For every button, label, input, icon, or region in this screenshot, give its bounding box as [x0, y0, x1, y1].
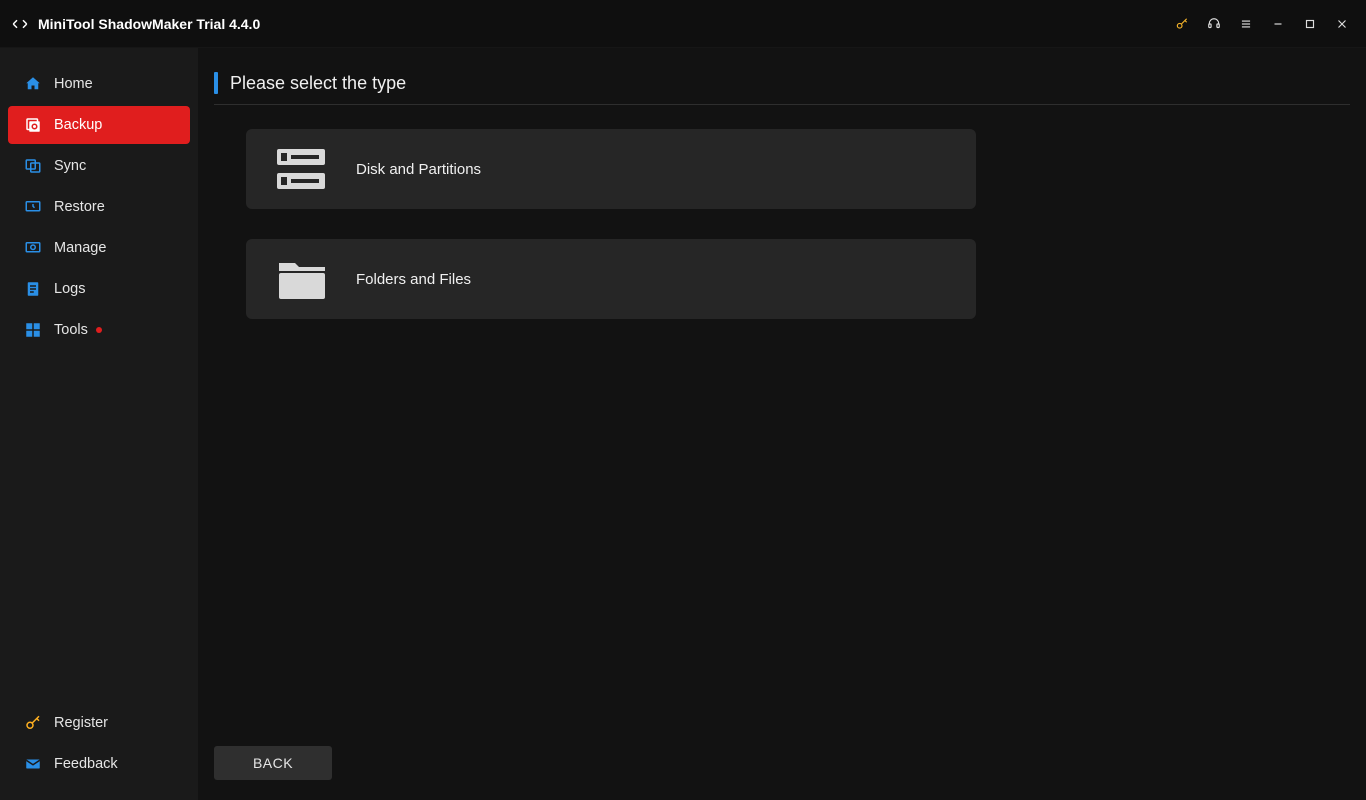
- sidebar: Home Backup Sync: [0, 48, 198, 800]
- sidebar-item-label: Restore: [54, 199, 105, 215]
- close-button[interactable]: [1326, 0, 1358, 48]
- sidebar-item-feedback[interactable]: Feedback: [8, 745, 190, 783]
- heading-divider: [214, 104, 1350, 105]
- mail-icon: [22, 753, 44, 775]
- home-icon: [22, 73, 44, 95]
- option-label: Disk and Partitions: [356, 161, 481, 178]
- sidebar-item-home[interactable]: Home: [8, 65, 190, 103]
- page-heading: Please select the type: [214, 72, 1350, 100]
- sidebar-item-label: Tools: [54, 322, 88, 338]
- page-heading-text: Please select the type: [230, 73, 406, 94]
- sidebar-item-label: Manage: [54, 240, 106, 256]
- manage-icon: [22, 237, 44, 259]
- main-panel: Please select the type Disk and Partitio…: [198, 48, 1366, 800]
- sidebar-item-backup[interactable]: Backup: [8, 106, 190, 144]
- sidebar-item-label: Home: [54, 76, 93, 92]
- backup-icon: [22, 114, 44, 136]
- sidebar-item-tools[interactable]: Tools: [8, 311, 190, 349]
- back-button[interactable]: BACK: [214, 746, 332, 780]
- sidebar-item-label: Register: [54, 715, 108, 731]
- tools-icon: [22, 319, 44, 341]
- register-key-button[interactable]: [1166, 0, 1198, 48]
- app-title: MiniTool ShadowMaker Trial 4.4.0: [38, 16, 260, 32]
- menu-button[interactable]: [1230, 0, 1262, 48]
- sidebar-item-label: Sync: [54, 158, 86, 174]
- heading-accent-bar: [214, 72, 218, 94]
- sidebar-item-label: Feedback: [54, 756, 118, 772]
- sidebar-item-manage[interactable]: Manage: [8, 229, 190, 267]
- sidebar-item-register[interactable]: Register: [8, 704, 190, 742]
- sidebar-item-label: Logs: [54, 281, 85, 297]
- restore-icon: [22, 196, 44, 218]
- titlebar: MiniTool ShadowMaker Trial 4.4.0: [0, 0, 1366, 48]
- app-logo-icon: [10, 14, 30, 34]
- sync-icon: [22, 155, 44, 177]
- key-icon: [22, 712, 44, 734]
- option-folders-and-files[interactable]: Folders and Files: [246, 239, 976, 319]
- maximize-button[interactable]: [1294, 0, 1326, 48]
- sidebar-item-sync[interactable]: Sync: [8, 147, 190, 185]
- disk-icon: [246, 129, 356, 209]
- support-button[interactable]: [1198, 0, 1230, 48]
- logs-icon: [22, 278, 44, 300]
- option-disk-and-partitions[interactable]: Disk and Partitions: [246, 129, 976, 209]
- sidebar-item-label: Backup: [54, 117, 102, 133]
- sidebar-item-logs[interactable]: Logs: [8, 270, 190, 308]
- minimize-button[interactable]: [1262, 0, 1294, 48]
- option-label: Folders and Files: [356, 271, 471, 288]
- sidebar-item-restore[interactable]: Restore: [8, 188, 190, 226]
- folder-icon: [246, 239, 356, 319]
- notification-dot-icon: [96, 327, 102, 333]
